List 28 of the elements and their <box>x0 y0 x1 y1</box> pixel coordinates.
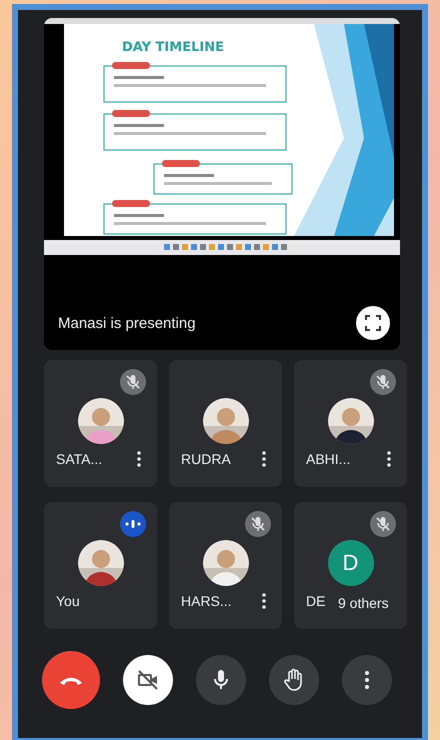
letter-avatar: D <box>328 540 374 586</box>
more-icon <box>365 671 369 689</box>
participant-tile[interactable]: RUDRA <box>169 360 282 487</box>
fullscreen-icon <box>364 314 382 332</box>
microphone-icon <box>211 668 231 692</box>
more-icon <box>387 451 391 467</box>
fullscreen-button[interactable] <box>356 306 390 340</box>
participant-name: ABHI... <box>306 451 350 467</box>
presenter-caption: Manasi is presenting <box>58 315 196 334</box>
more-icon <box>262 593 266 609</box>
slide-title: DAY TIMELINE <box>122 40 224 55</box>
participant-tile[interactable]: You <box>44 502 157 629</box>
camera-button[interactable] <box>123 655 173 705</box>
camera-off-icon <box>136 668 160 692</box>
participant-tile[interactable]: HARS... <box>169 502 282 629</box>
participant-tile[interactable]: ABHI... <box>294 360 407 487</box>
participant-tile[interactable]: D DE 9 others <box>294 502 407 629</box>
hand-icon <box>283 668 305 692</box>
microphone-button[interactable] <box>196 655 246 705</box>
participant-tile[interactable]: SATA... <box>44 360 157 487</box>
participant-name: You <box>56 593 80 609</box>
participant-name: DE <box>306 593 326 609</box>
more-icon <box>262 451 266 467</box>
more-icon <box>137 451 141 467</box>
participant-name: RUDRA <box>181 451 231 467</box>
raise-hand-button[interactable] <box>269 655 319 705</box>
participant-name: SATA... <box>56 451 102 467</box>
participant-name: HARS... <box>181 593 232 609</box>
